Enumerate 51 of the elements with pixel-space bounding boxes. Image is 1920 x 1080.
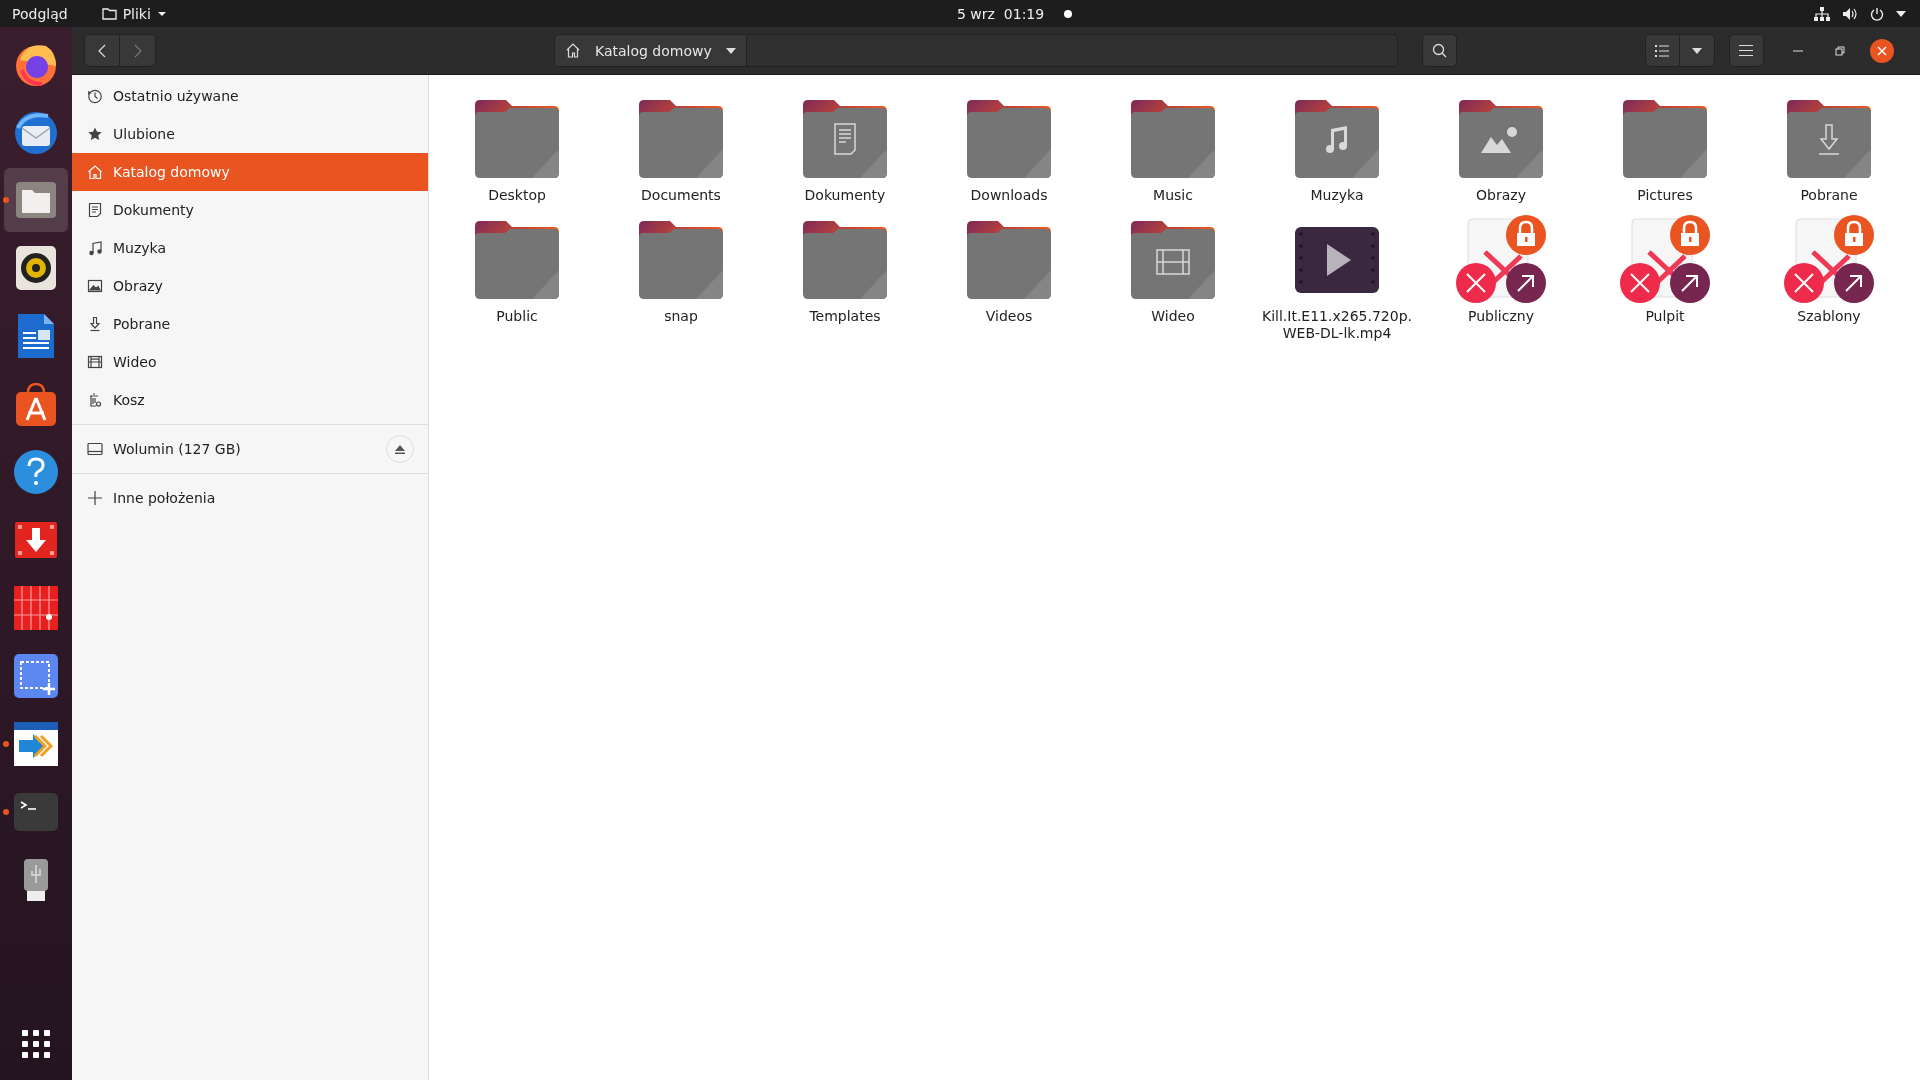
sidebar-item[interactable]: Muzyka xyxy=(72,229,428,267)
file-item[interactable]: Templates xyxy=(763,214,927,342)
file-name: Public xyxy=(496,308,538,325)
file-item[interactable]: Kill.It.E11.x265.720p. WEB-DL-lk.mp4 xyxy=(1255,214,1419,342)
file-item[interactable]: Obrazy xyxy=(1419,93,1583,204)
file-item[interactable]: Music xyxy=(1091,93,1255,204)
sidebar-item[interactable]: Wideo xyxy=(72,343,428,381)
file-name: Kill.It.E11.x265.720p. WEB-DL-lk.mp4 xyxy=(1262,308,1412,342)
file-item[interactable]: Pobrane xyxy=(1747,93,1911,204)
file-name: Dokumenty xyxy=(804,187,886,204)
file-item[interactable]: Szablony xyxy=(1747,214,1911,342)
file-item[interactable]: Muzyka xyxy=(1255,93,1419,204)
file-item[interactable]: Public xyxy=(435,214,599,342)
sidebar-item[interactable]: Wolumin (127 GB) xyxy=(72,430,428,468)
file-name: Templates xyxy=(809,308,881,325)
file-name: Documents xyxy=(641,187,721,204)
file-item[interactable]: Wideo xyxy=(1091,214,1255,342)
sidebar-item[interactable]: Obrazy xyxy=(72,267,428,305)
file-name: Downloads xyxy=(970,187,1048,204)
file-item[interactable]: snap xyxy=(599,214,763,342)
file-name: Publiczny xyxy=(1468,308,1534,325)
file-name: Muzyka xyxy=(1310,187,1364,204)
file-name: Wideo xyxy=(1151,308,1195,325)
file-name: Pictures xyxy=(1637,187,1693,204)
file-item[interactable]: Publiczny xyxy=(1419,214,1583,342)
file-name: Music xyxy=(1153,187,1193,204)
sidebar-item[interactable]: Ulubione xyxy=(72,115,428,153)
file-item[interactable]: Documents xyxy=(599,93,763,204)
file-item[interactable]: Downloads xyxy=(927,93,1091,204)
sidebar-item[interactable]: Dokumenty xyxy=(72,191,428,229)
file-item[interactable]: Dokumenty xyxy=(763,93,927,204)
app-menu[interactable]: Pliki xyxy=(101,5,167,22)
sidebar-item[interactable]: Ostatnio używane xyxy=(72,77,428,115)
file-name: Szablony xyxy=(1797,308,1861,325)
file-name: Desktop xyxy=(488,187,546,204)
file-name: Pobrane xyxy=(1800,187,1858,204)
sidebar-item[interactable]: Katalog domowy xyxy=(72,153,428,191)
path-button[interactable]: Katalog domowy xyxy=(554,34,747,67)
activities-button[interactable]: Podgląd xyxy=(12,5,68,22)
file-name: Videos xyxy=(985,308,1033,325)
file-item[interactable]: Videos xyxy=(927,214,1091,342)
file-name: snap xyxy=(664,308,698,325)
file-item[interactable]: Pulpit xyxy=(1583,214,1747,342)
sidebar-item[interactable]: Pobrane xyxy=(72,305,428,343)
file-item[interactable]: Pictures xyxy=(1583,93,1747,204)
file-item[interactable]: Desktop xyxy=(435,93,599,204)
sidebar-item[interactable]: Inne położenia xyxy=(72,479,428,517)
clock[interactable]: 5 wrz 01:19 xyxy=(957,5,1045,22)
file-name: Pulpit xyxy=(1645,308,1685,325)
sidebar-item[interactable]: Kosz xyxy=(72,381,428,419)
file-name: Obrazy xyxy=(1476,187,1526,204)
